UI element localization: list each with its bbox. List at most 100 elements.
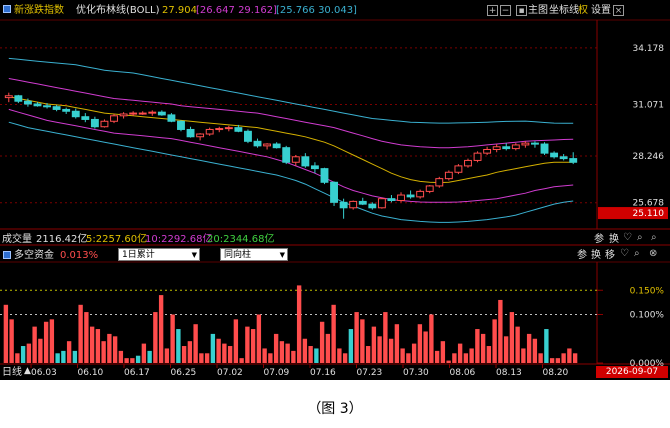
candle-body [215, 128, 224, 131]
capital-bar [365, 346, 371, 363]
candle-body [330, 181, 338, 203]
capital-bar [245, 326, 250, 363]
candle-body [310, 165, 319, 170]
capital-bar [469, 348, 474, 363]
capital-bar [388, 338, 394, 363]
candle-body [435, 178, 444, 187]
candle-body [368, 203, 377, 209]
candle-body [550, 152, 559, 158]
volume-switch-button[interactable]: 换 [609, 233, 619, 246]
time-tick-label: 06.17 [124, 368, 150, 378]
candle-body [502, 146, 511, 150]
candle-body [454, 165, 463, 173]
candle-body [148, 111, 157, 114]
capital-bar [411, 343, 417, 363]
capital-bar [302, 338, 308, 363]
capital-bar [135, 355, 141, 363]
time-tick-label: 08.06 [450, 368, 476, 378]
search-icon[interactable]: ⌕ [634, 248, 640, 259]
capital-bar [216, 338, 221, 363]
capital-bar [204, 353, 210, 363]
volume-param-button[interactable]: 参 [594, 233, 604, 246]
candle-body [157, 111, 166, 116]
capital-param-button[interactable]: 参 [577, 249, 587, 262]
candle-body [234, 127, 243, 132]
candle-body [358, 200, 367, 205]
boll-line-up2 [8, 57, 574, 124]
capital-bar [107, 333, 112, 363]
candle-body [397, 194, 405, 202]
capital-bar [434, 350, 440, 363]
accumulate-select[interactable]: 1日累计 ▼ [118, 248, 200, 261]
capital-bar [250, 329, 256, 363]
capital-bar [429, 314, 434, 363]
candle-body [71, 110, 80, 118]
candle-body [387, 198, 396, 202]
capital-bar [423, 331, 428, 363]
candle-body [52, 106, 61, 110]
close-icon[interactable]: ⊗ [649, 248, 657, 259]
capital-bar [440, 341, 446, 363]
capital-bar [158, 295, 164, 363]
capital-switch-button[interactable]: 换 [591, 249, 601, 262]
capital-bar [279, 341, 285, 363]
capital-tick-label: 0.100% [630, 311, 665, 321]
candle-body [81, 116, 90, 120]
current-date-tag: 2026-09-07 [596, 366, 668, 378]
bar-mode-select[interactable]: 同向柱 ▼ [220, 248, 288, 261]
capital-bar [417, 324, 423, 363]
capital-bar [538, 353, 543, 363]
chevron-down-icon: ▼ [191, 251, 197, 259]
capital-bar [544, 329, 549, 363]
candle-body [14, 95, 23, 102]
capital-bar [371, 326, 377, 363]
chevron-down-icon: ▼ [279, 251, 285, 259]
candle-body [444, 171, 453, 180]
volume-ma20: 20:2344.68亿 [207, 234, 275, 245]
capital-bar [503, 336, 509, 363]
capital-bar [291, 350, 296, 363]
capital-bar [561, 353, 566, 363]
search-icon[interactable]: ⌕ [637, 232, 643, 243]
bar-mode-select-value: 同向柱 [224, 250, 252, 260]
capital-value: 0.013% [60, 250, 99, 261]
capital-bar [170, 314, 175, 363]
time-tick-label: 07.30 [403, 368, 429, 378]
capital-bar [66, 341, 72, 363]
heart-icon[interactable]: ♡ [620, 248, 629, 259]
figure-caption: （图 3） [307, 401, 363, 417]
period-label[interactable]: 日线 [2, 366, 22, 379]
candle-body [100, 120, 109, 128]
capital-bar [532, 338, 538, 363]
volume-label: 成交量 [2, 234, 32, 245]
candle-body [224, 127, 233, 130]
candle-body [167, 114, 176, 122]
capital-bar [526, 333, 532, 363]
capital-panel-icon [3, 251, 11, 259]
capital-move-button[interactable]: 移 [605, 249, 615, 262]
time-tick-label: 06.03 [31, 368, 57, 378]
capital-bar [112, 336, 118, 363]
capital-bar [61, 350, 66, 363]
capital-bar [95, 329, 101, 363]
candle-body [521, 142, 530, 146]
capital-bar [181, 346, 187, 363]
heart-icon[interactable]: ♡ [623, 232, 632, 243]
candle-body [90, 118, 99, 128]
candle-body [253, 140, 262, 147]
time-tick-label: 07.02 [217, 368, 243, 378]
capital-bar [498, 299, 503, 363]
capital-bar [509, 312, 515, 363]
capital-title[interactable]: 多空资金 [14, 249, 54, 262]
candle-body [23, 100, 32, 105]
capital-bar [463, 353, 469, 363]
capital-bar [337, 348, 342, 363]
candle-body [282, 147, 291, 163]
capital-bar [84, 312, 89, 363]
search-icon-2[interactable]: ⌕ [651, 232, 657, 243]
volume-ma5: 5:2257.60亿 [86, 234, 148, 245]
boll-line-up1 [8, 78, 574, 149]
candle-body [416, 190, 425, 198]
capital-bar [342, 353, 348, 363]
capital-bar [141, 343, 147, 363]
